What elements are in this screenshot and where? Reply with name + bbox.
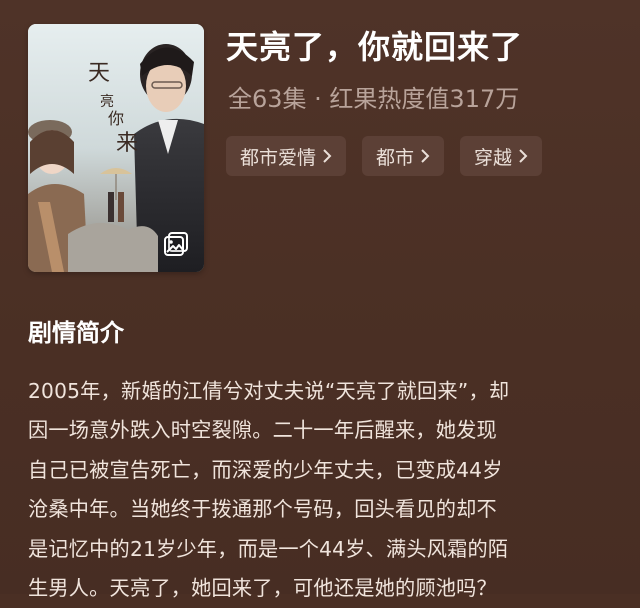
- drama-meta: 全63集 · 红果热度值317万: [228, 85, 520, 113]
- summary-line: 是记忆中的21岁少年，而是一个44岁、满头风霜的陌: [28, 536, 509, 561]
- drama-poster[interactable]: 天 亮 你 来: [28, 24, 204, 272]
- drama-detail-page: 天 亮 你 来 天亮了，你就回来了 全63集 · 红果热度值317万 都市爱情 …: [0, 0, 640, 600]
- tag-label: 都市: [376, 146, 415, 169]
- chevron-right-icon: [421, 149, 430, 163]
- summary-text: 2005年，新婚的江倩兮对丈夫说“天亮了就回来”，却 因一场意外跌入时空裂隙。二…: [28, 372, 620, 608]
- summary-heading: 剧情简介: [28, 319, 124, 347]
- chevron-right-icon: [323, 149, 332, 163]
- tag-label: 穿越: [474, 146, 513, 169]
- svg-text:亮: 亮: [100, 93, 114, 110]
- summary-line: 自己已被宣告死亡，而深爱的少年丈夫，已变成44岁: [28, 457, 503, 482]
- svg-text:来: 来: [116, 131, 138, 156]
- image-gallery-icon[interactable]: [162, 230, 190, 258]
- chevron-right-icon: [519, 149, 528, 163]
- tag-urban-romance[interactable]: 都市爱情: [226, 136, 347, 176]
- tag-urban[interactable]: 都市: [362, 136, 445, 176]
- summary-line: 2005年，新婚的江倩兮对丈夫说“天亮了就回来”，却: [28, 379, 510, 403]
- summary-line: 因一场意外跌入时空裂隙。二十一年后醒来，她发现: [28, 418, 497, 443]
- svg-text:你: 你: [108, 109, 124, 128]
- tag-time-travel[interactable]: 穿越: [460, 136, 543, 176]
- genre-tags: 都市爱情 都市 穿越: [226, 136, 543, 176]
- drama-title: 天亮了，你就回来了: [226, 28, 524, 66]
- tag-label: 都市爱情: [240, 146, 317, 169]
- summary-line: 生男人。天亮了，她回来了，可他还是她的顾池吗？: [28, 576, 497, 601]
- summary-line: 沧桑中年。当她终于拨通那个号码，回头看见的却不: [28, 497, 497, 522]
- svg-text:天: 天: [88, 61, 110, 86]
